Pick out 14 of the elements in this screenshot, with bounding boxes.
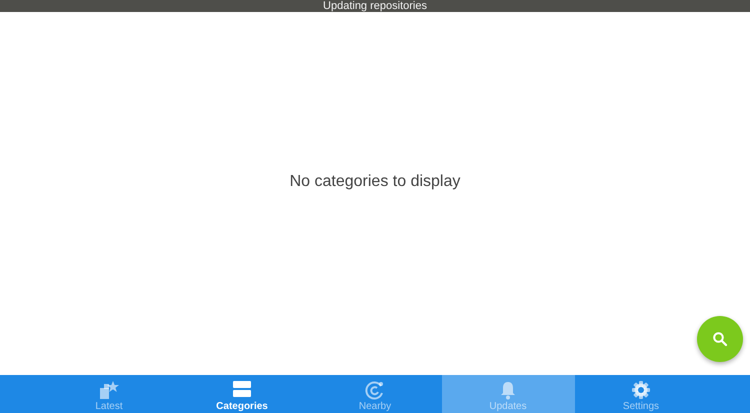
nav-tab[interactable]: Updates (442, 375, 574, 413)
gear-icon (631, 380, 651, 400)
categories-icon (232, 380, 252, 400)
nav-tab[interactable]: Latest (42, 375, 176, 413)
search-button[interactable] (697, 316, 743, 362)
star-icon (98, 380, 120, 400)
nav-tab[interactable]: Nearby (308, 375, 442, 413)
empty-message: No categories to display (290, 172, 460, 190)
bell-icon (499, 380, 517, 400)
search-icon (712, 331, 728, 347)
nearby-icon (365, 380, 385, 400)
status-banner: Updating repositories (0, 0, 750, 12)
nav-tab[interactable]: Categories (176, 375, 308, 413)
nav-tab[interactable]: Settings (574, 375, 708, 413)
